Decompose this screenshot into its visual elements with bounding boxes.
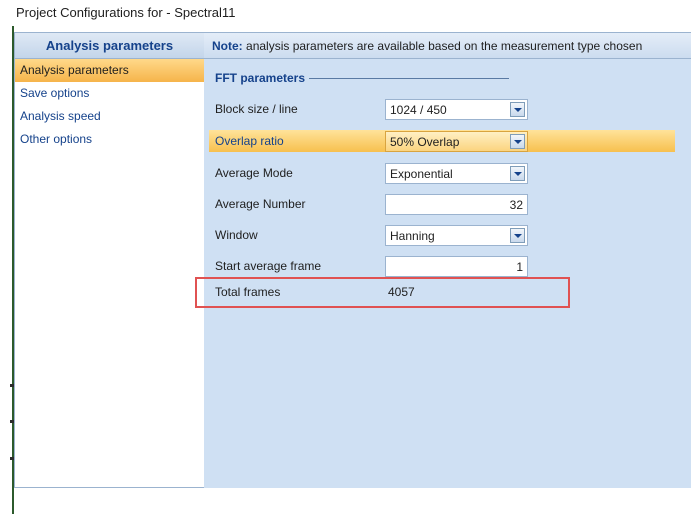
window-title: Project Configurations for - Spectral11: [0, 0, 691, 26]
sidebar: Analysis parameters Analysis parameters …: [14, 32, 205, 488]
start-average-frame-value: 1: [516, 260, 523, 274]
chevron-down-icon[interactable]: [510, 134, 525, 149]
overlap-ratio-row: Overlap ratio 50% Overlap: [209, 130, 675, 152]
start-average-frame-input[interactable]: 1: [385, 256, 528, 277]
chevron-down-icon[interactable]: [510, 102, 525, 117]
start-average-frame-row: Start average frame 1: [209, 255, 675, 277]
note-label: Note:: [212, 39, 243, 53]
overlap-ratio-label: Overlap ratio: [215, 134, 284, 148]
average-number-label: Average Number: [215, 197, 306, 211]
start-average-frame-label: Start average frame: [215, 259, 322, 273]
average-mode-row: Average Mode Exponential: [209, 162, 675, 184]
average-mode-value: Exponential: [390, 167, 453, 181]
chevron-down-icon[interactable]: [510, 166, 525, 181]
sidebar-item-save-options[interactable]: Save options: [15, 82, 204, 105]
average-mode-label: Average Mode: [215, 166, 293, 180]
sidebar-item-analysis-parameters[interactable]: Analysis parameters: [15, 59, 204, 82]
window-dropdown[interactable]: Hanning: [385, 225, 528, 246]
overlap-ratio-dropdown[interactable]: 50% Overlap: [385, 131, 528, 152]
note-text: analysis parameters are available based …: [246, 39, 643, 53]
chevron-down-icon[interactable]: [510, 228, 525, 243]
window-label: Window: [215, 228, 258, 242]
overlap-ratio-value: 50% Overlap: [390, 135, 460, 149]
note-bar: Note: analysis parameters are available …: [204, 33, 691, 59]
parameters-panel: Note: analysis parameters are available …: [204, 32, 691, 488]
group-divider: [309, 77, 510, 79]
block-size-label: Block size / line: [215, 102, 298, 116]
window-row: Window Hanning: [209, 224, 675, 246]
average-number-value: 32: [509, 198, 523, 212]
fft-group-label: FFT parameters: [215, 71, 306, 85]
average-number-input[interactable]: 32: [385, 194, 528, 215]
window-value: Hanning: [390, 229, 435, 243]
sidebar-header: Analysis parameters: [15, 33, 204, 59]
highlight-callout-box: [195, 277, 570, 308]
block-size-dropdown[interactable]: 1024 / 450: [385, 99, 528, 120]
average-number-row: Average Number 32: [209, 193, 675, 215]
block-size-row: Block size / line 1024 / 450: [209, 98, 675, 120]
fft-group-title: FFT parameters: [215, 71, 510, 85]
block-size-value: 1024 / 450: [390, 103, 447, 117]
average-mode-dropdown[interactable]: Exponential: [385, 163, 528, 184]
sidebar-item-other-options[interactable]: Other options: [15, 128, 204, 151]
sidebar-item-analysis-speed[interactable]: Analysis speed: [15, 105, 204, 128]
